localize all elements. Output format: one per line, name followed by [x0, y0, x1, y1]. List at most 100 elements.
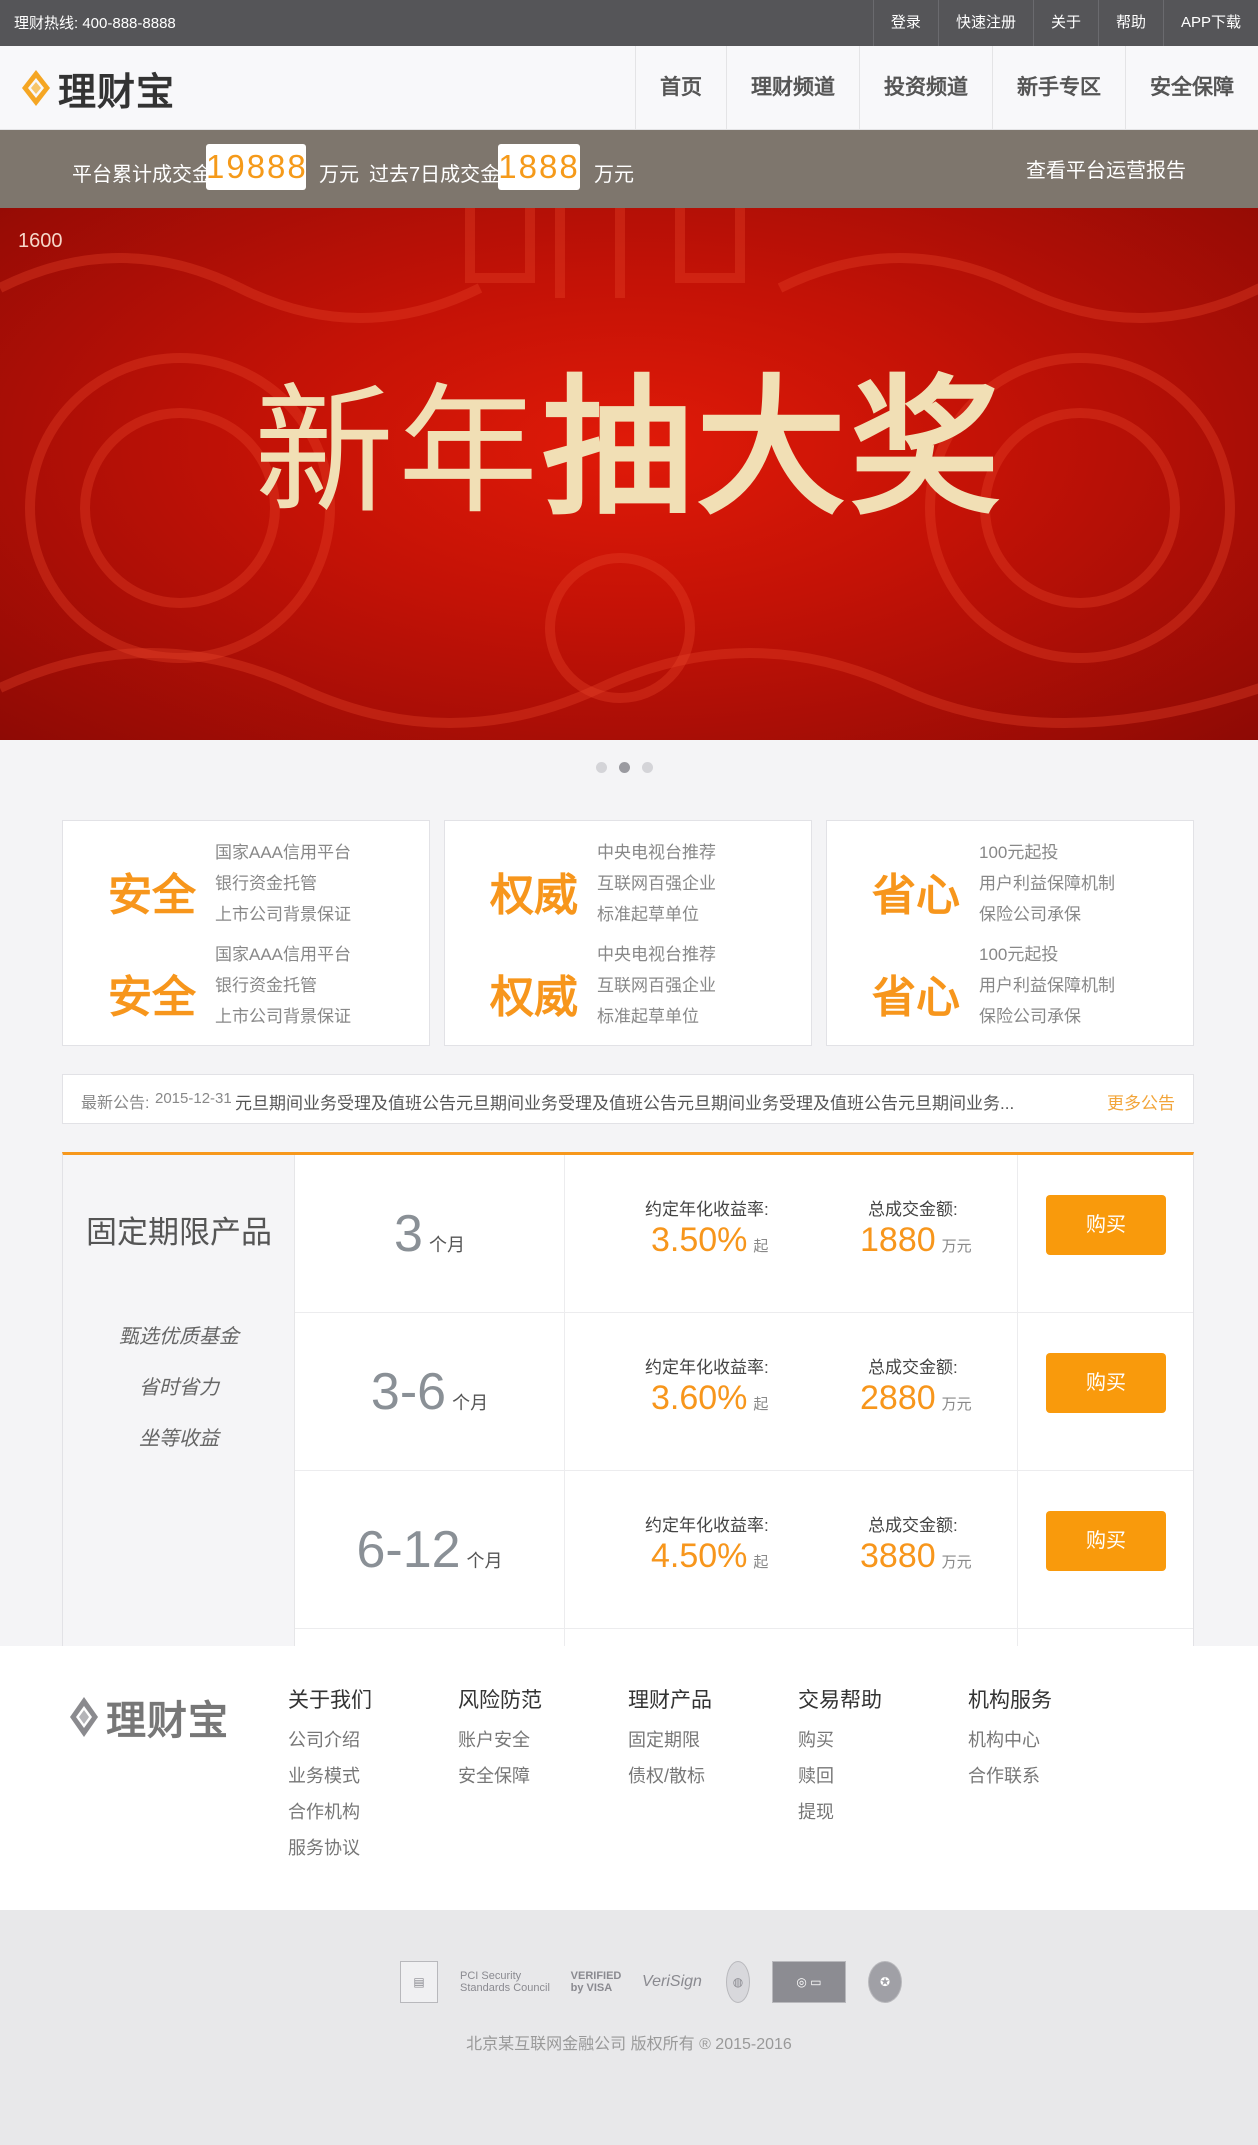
help-link[interactable]: 帮助: [1097, 0, 1163, 46]
feature-row: 权威 中央电视台推荐 互联网百强企业 标准起草单位: [445, 939, 811, 1029]
app-download-link[interactable]: APP下载: [1162, 0, 1258, 46]
product-row: 3-6 个月 约定年化收益率: 3.60% 起 总成交金额: 2880 万元 购买: [295, 1313, 1193, 1471]
rate-suffix: 起: [753, 1396, 769, 1413]
footer-link[interactable]: 赎回: [798, 1758, 882, 1794]
product-term: 3-6 个月: [295, 1313, 565, 1471]
term-unit: 个月: [452, 1393, 489, 1413]
fixed-term-products: 固定期限产品 甄选优质基金 省时省力 坐等收益 3 个月 约定年化收益率: 3.5…: [62, 1152, 1194, 1646]
rate-label: 约定年化收益率:: [645, 1200, 769, 1219]
feature-line: 国家AAA信用平台: [215, 843, 352, 862]
logo-text: 理财宝: [58, 71, 176, 114]
feature-row: 安全 国家AAA信用平台 银行资金托管 上市公司背景保证: [63, 837, 429, 927]
footer-link[interactable]: 业务模式: [288, 1758, 372, 1794]
buy-button[interactable]: 购买: [1046, 1195, 1166, 1255]
footer-link[interactable]: 固定期限: [628, 1722, 712, 1758]
feature-line: 100元起投: [979, 843, 1059, 862]
feature-line: 标准起草单位: [597, 1007, 699, 1026]
carousel-dots: [596, 762, 653, 773]
banner-headline: 新年抽大奖: [0, 358, 1258, 543]
total-value: 3880 万元: [860, 1537, 972, 1576]
feature-line: 中央电视台推荐: [597, 843, 716, 862]
footer-link[interactable]: 合作机构: [288, 1794, 372, 1830]
product-term: 3 个月: [295, 1155, 565, 1313]
carousel-dot-2[interactable]: [619, 762, 630, 773]
nav-home[interactable]: 首页: [635, 46, 726, 130]
notice-text[interactable]: 元旦期间业务受理及值班公告元旦期间业务受理及值班公告元旦期间业务受理及值班公告元…: [235, 1089, 1014, 1114]
more-notices-link[interactable]: 更多公告: [1107, 1089, 1175, 1114]
certification-badges: ▤ PCI Security Standards Council VERIFIE…: [400, 1958, 902, 2006]
total-label: 总成交金额:: [868, 1358, 958, 1377]
license-badge-icon[interactable]: ▤: [400, 1961, 438, 2003]
products-tag: 甄选优质基金: [119, 1326, 239, 1348]
buy-button[interactable]: 购买: [1046, 1353, 1166, 1413]
total-unit: 万元: [941, 1238, 972, 1255]
trust-seal-icon[interactable]: ◎ ▭: [772, 1961, 846, 2003]
total-number: 2880: [860, 1379, 936, 1417]
term-unit: 个月: [466, 1551, 503, 1571]
nav-finance[interactable]: 理财频道: [726, 46, 859, 130]
banner-tag: 1600: [18, 230, 63, 252]
feature-lines: 国家AAA信用平台 银行资金托管 上市公司背景保证: [215, 837, 351, 930]
shield-badge-icon[interactable]: ◍: [726, 1961, 750, 2003]
feature-title: 安全: [108, 973, 196, 1022]
footer-column-title: 理财产品: [628, 1689, 712, 1712]
total-number: 3880: [860, 1537, 936, 1575]
buy-button[interactable]: 购买: [1046, 1511, 1166, 1571]
feature-lines: 中央电视台推荐 互联网百强企业 标准起草单位: [597, 837, 716, 930]
promo-banner[interactable]: 1600 新年抽大奖: [0, 208, 1258, 740]
register-link[interactable]: 快速注册: [937, 0, 1033, 46]
products-title: 固定期限产品: [86, 1215, 272, 1250]
footer-column-institution: 机构服务 机构中心 合作联系: [968, 1684, 1052, 1794]
about-link[interactable]: 关于: [1032, 0, 1098, 46]
footer-link[interactable]: 购买: [798, 1722, 882, 1758]
footer-link[interactable]: 债权/散标: [628, 1758, 712, 1794]
footer-link[interactable]: 公司介绍: [288, 1722, 372, 1758]
feature-lines: 中央电视台推荐 互联网百强企业 标准起草单位: [597, 939, 716, 1032]
total-volume-value: 19888: [206, 144, 306, 190]
footer-link[interactable]: 机构中心: [968, 1722, 1052, 1758]
footer-link[interactable]: 安全保障: [458, 1758, 542, 1794]
main-header: 理财宝 首页 理财频道 投资频道 新手专区 安全保障: [0, 46, 1258, 130]
banner-headline-light: 新年: [253, 371, 542, 534]
feature-line: 100元起投: [979, 945, 1059, 964]
feature-line: 用户利益保障机制: [979, 976, 1115, 995]
feature-line: 中央电视台推荐: [597, 945, 716, 964]
nav-invest[interactable]: 投资频道: [859, 46, 992, 130]
login-link[interactable]: 登录: [872, 0, 938, 46]
buy-cell-empty: [1017, 1629, 1193, 1646]
footer-link[interactable]: 合作联系: [968, 1758, 1052, 1794]
products-sidebar: 固定期限产品 甄选优质基金 省时省力 坐等收益: [63, 1155, 295, 1646]
operation-report-link[interactable]: 查看平台运营报告: [1026, 154, 1186, 183]
pci-badge[interactable]: PCI Security Standards Council: [460, 1961, 552, 2003]
stats-bar: 平台累计成交金额 19888 万元 过去7日成交金额 1888 万元 查看平台运…: [0, 130, 1258, 208]
verisign-badge[interactable]: VeriSign: [640, 1961, 704, 2003]
nav-security[interactable]: 安全保障: [1125, 46, 1258, 130]
product-term: 6-12 个月: [295, 1471, 565, 1629]
product-row: 6-12 个月 约定年化收益率: 4.50% 起 总成交金额: 3880 万元 购买: [295, 1471, 1193, 1629]
footer-column-title: 机构服务: [968, 1689, 1052, 1712]
product-row: 3 个月 约定年化收益率: 3.50% 起 总成交金额: 1880 万元 购买: [295, 1155, 1193, 1313]
footer-column-products: 理财产品 固定期限 债权/散标: [628, 1684, 712, 1794]
feature-card-safe: 安全 国家AAA信用平台 银行资金托管 上市公司背景保证 安全 国家AAA信用平…: [62, 820, 430, 1046]
product-row-partial: [295, 1629, 1193, 1646]
feature-card-easy: 省心 100元起投 用户利益保障机制 保险公司承保 省心 100元起投 用户利益…: [826, 820, 1194, 1046]
site-logo[interactable]: 理财宝: [20, 66, 175, 114]
top-bar: 理财热线: 400-888-8888 登录 快速注册 关于 帮助 APP下载: [0, 0, 1258, 46]
visa-verified-badge[interactable]: VERIFIED by VISA: [571, 1961, 622, 2003]
footer-link[interactable]: 账户安全: [458, 1722, 542, 1758]
products-tag: 坐等收益: [139, 1428, 219, 1450]
carousel-dot-3[interactable]: [642, 762, 653, 773]
total-unit: 万元: [941, 1396, 972, 1413]
feature-row: 权威 中央电视台推荐 互联网百强企业 标准起草单位: [445, 837, 811, 927]
notice-bar: 最新公告: 2015-12-31 元旦期间业务受理及值班公告元旦期间业务受理及值…: [62, 1074, 1194, 1124]
hotline-text: 理财热线: 400-888-8888: [14, 15, 176, 32]
carousel-dot-1[interactable]: [596, 762, 607, 773]
footer-column-about: 关于我们 公司介绍 业务模式 合作机构 服务协议: [288, 1684, 372, 1866]
footer-link[interactable]: 提现: [798, 1794, 882, 1830]
rate-value: 3.50% 起: [651, 1221, 768, 1260]
footer-logo[interactable]: 理财宝: [68, 1688, 229, 1746]
feature-line: 银行资金托管: [215, 874, 317, 893]
police-badge-icon[interactable]: ✪: [868, 1961, 902, 2003]
footer-link[interactable]: 服务协议: [288, 1830, 372, 1866]
nav-newbie[interactable]: 新手专区: [992, 46, 1125, 130]
